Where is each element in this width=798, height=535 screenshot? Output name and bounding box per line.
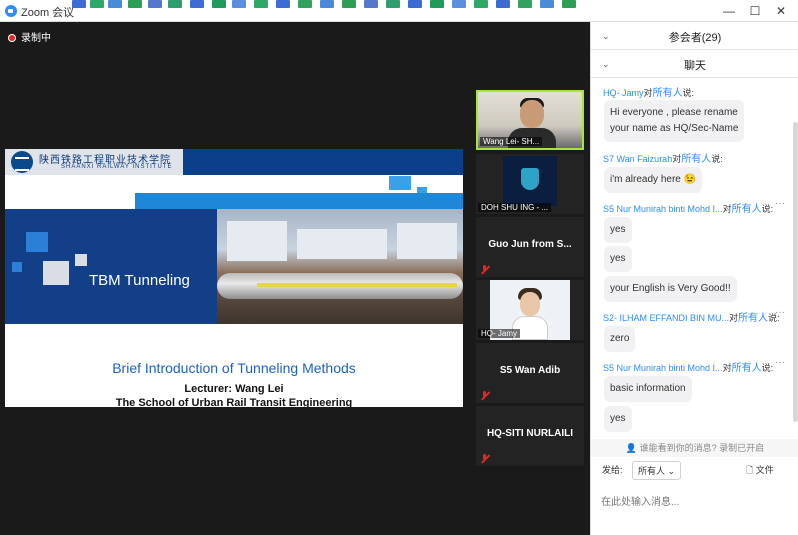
- recipient-dropdown[interactable]: 所有人 ⌄: [632, 461, 682, 480]
- video-tile-doh-shu-ing[interactable]: DOH SHU ING - ...: [476, 154, 584, 214]
- message-sender[interactable]: HQ- Jamy: [603, 88, 644, 98]
- more-options-icon[interactable]: ···: [775, 307, 785, 318]
- message-header: S2- ILHAM EFFANDI BIN MU...对所有人说:: [603, 313, 780, 324]
- message-header: S5 Nur Munirah binti Mohd I...对所有人说:: [603, 204, 774, 215]
- zoom-logo-icon: [5, 5, 17, 17]
- participant-name: HQ- Jamy: [478, 329, 520, 338]
- participant-name: HQ-SITI NURLAILI: [486, 428, 574, 439]
- message-sender[interactable]: S5 Nur Munirah binti Mohd I...: [603, 363, 723, 373]
- school-logo-band: 陕西铁路工程职业技术学院 SHAANXI RAILWAY INSTITUTE: [5, 149, 183, 175]
- message-sender[interactable]: S2- ILHAM EFFANDI BIN MU...: [603, 313, 729, 323]
- close-button[interactable]: ✕: [766, 2, 796, 20]
- privacy-notice[interactable]: 👤 谁能看到你的消息? 录制已开启: [591, 439, 798, 457]
- message-bubble: Hi everyone , please rename your name as…: [604, 100, 745, 142]
- send-to-label: 发给:: [602, 465, 623, 475]
- message-bubble: yes: [604, 246, 632, 272]
- record-icon: [8, 34, 16, 42]
- slide-header: 陕西铁路工程职业技术学院 SHAANXI RAILWAY INSTITUTE: [5, 149, 463, 175]
- title-band: [5, 193, 463, 324]
- message-bubble: zero: [604, 326, 636, 352]
- school-emblem-icon: [11, 151, 33, 173]
- message-sender[interactable]: S7 Wan Faizurah: [603, 154, 672, 164]
- message-header: S5 Nur Munirah binti Mohd I...对所有人说:: [603, 363, 774, 374]
- video-tile-wan-adib[interactable]: S5 Wan Adib: [476, 343, 584, 403]
- send-to-row: 发给: 所有人 ⌄ 🗋 文件: [591, 460, 798, 480]
- message-bubble: yes: [604, 217, 632, 243]
- chat-title: 聊天: [684, 60, 706, 72]
- slide-lecturer: Lecturer: Wang Lei: [184, 383, 284, 395]
- muted-mic-icon: [480, 391, 489, 400]
- participants-header[interactable]: ⌄ 参会者(29): [591, 22, 798, 50]
- chat-messages: HQ- Jamy对所有人说: Hi everyone , please rena…: [591, 78, 798, 438]
- recording-label: 录制中: [21, 33, 51, 44]
- participants-title: 参会者(29): [668, 32, 722, 44]
- video-tile-wang-lei[interactable]: Wang Lei- SH...: [476, 90, 584, 150]
- file-button[interactable]: 🗋 文件: [746, 463, 774, 479]
- participant-logo: [503, 156, 557, 206]
- message-bubble: yes: [604, 406, 632, 432]
- slide-title: TBM Tunneling: [89, 272, 190, 289]
- title-navy-block: [5, 209, 217, 324]
- shield-icon: [521, 168, 539, 190]
- person-icon: 👤: [625, 443, 638, 453]
- chat-scrollbar[interactable]: [793, 122, 798, 422]
- video-tile-guo-jun[interactable]: Guo Jun from S...: [476, 217, 584, 277]
- participant-thumbnail-strip: [72, 0, 592, 10]
- message-bubble: your English is Very Good!!: [604, 276, 737, 302]
- chat-message-input[interactable]: [601, 482, 791, 522]
- message-bubble: basic information: [604, 376, 692, 402]
- more-options-icon[interactable]: ···: [775, 198, 785, 209]
- muted-mic-icon: [480, 454, 489, 463]
- participant-name: DOH SHU ING - ...: [478, 203, 552, 212]
- window-titlebar: Zoom 会议 — ☐ ✕: [0, 0, 798, 22]
- side-panel: ⌄ 参会者(29) ⌄ 聊天 HQ- Jamy对所有人说: Hi everyon…: [590, 22, 798, 535]
- shared-screen-slide: 陕西铁路工程职业技术学院 SHAANXI RAILWAY INSTITUTE T…: [5, 149, 463, 407]
- message-bubble: i'm already here 😉: [604, 167, 703, 193]
- message-header: S7 Wan Faizurah对所有人说:: [603, 154, 723, 165]
- header-blue-band: [183, 149, 463, 175]
- tunnel-photo: [217, 209, 463, 324]
- chat-header[interactable]: ⌄ 聊天: [591, 50, 798, 78]
- message-header: HQ- Jamy对所有人说:: [603, 88, 695, 99]
- video-tile-hq-jamy[interactable]: HQ- Jamy: [476, 280, 584, 340]
- more-options-icon[interactable]: ···: [775, 357, 785, 368]
- slide-school: The School of Urban Rail Transit Enginee…: [115, 397, 353, 407]
- window-title: Zoom 会议: [21, 7, 75, 19]
- meeting-area: 录制中 陕西铁路工程职业技术学院 SHAANXI RAILWAY INSTITU…: [0, 22, 590, 535]
- file-icon: 🗋: [746, 465, 754, 475]
- school-name-en: SHAANXI RAILWAY INSTITUTE: [61, 164, 173, 170]
- participant-name: Guo Jun from S...: [488, 239, 572, 250]
- participant-name: Wang Lei- SH...: [480, 137, 543, 146]
- video-tile-siti-nurlaili[interactable]: HQ-SITI NURLAILI: [476, 406, 584, 466]
- message-sender[interactable]: S5 Nur Munirah binti Mohd I...: [603, 204, 723, 214]
- muted-mic-icon: [480, 265, 489, 274]
- recording-indicator[interactable]: 录制中: [8, 29, 51, 44]
- slide-subtitle: Brief Introduction of Tunneling Methods: [112, 360, 356, 376]
- participant-name: S5 Wan Adib: [499, 365, 561, 376]
